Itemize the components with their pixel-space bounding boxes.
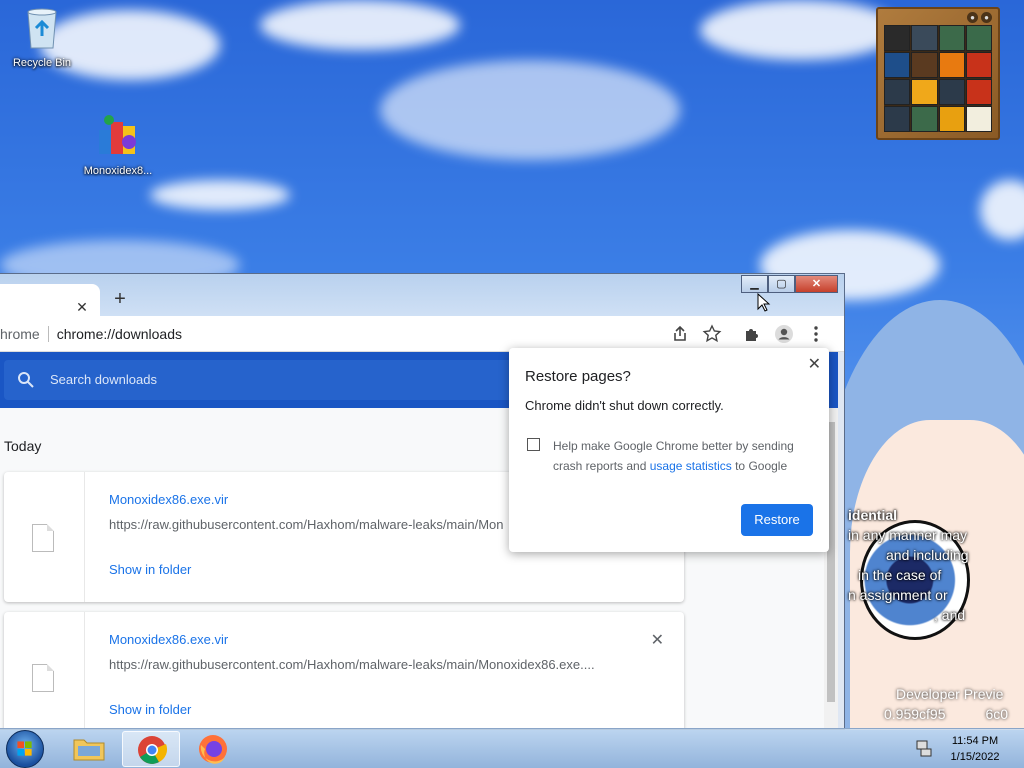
puzzle-tile[interactable] [884,52,911,78]
puzzle-tile[interactable] [911,52,938,78]
gadget-close-icon[interactable]: ● [981,12,992,23]
taskbar-firefox-button[interactable] [184,731,242,767]
file-icon [32,664,54,692]
address-bar[interactable]: hrome chrome://downloads [0,326,182,342]
puzzle-tile[interactable] [911,25,938,51]
puzzle-tile[interactable] [938,106,965,132]
download-source-url: https://raw.githubusercontent.com/Haxhom… [109,657,595,672]
tab-downloads[interactable]: ✕ [0,284,100,316]
monoxidex-app-icon [99,115,136,154]
share-icon[interactable] [670,324,690,344]
wallpaper-character [840,270,1024,730]
desktop-icon-label: Monoxidex8... [83,165,153,177]
desktop-icon-monoxidex[interactable]: Monoxidex8... [76,112,160,177]
puzzle-tile[interactable] [965,106,992,132]
crash-report-checkbox[interactable] [527,438,540,451]
chrome-toolbar: hrome chrome://downloads [0,316,844,352]
puzzle-gadget[interactable]: ● ● [876,7,1000,140]
dialog-close-icon[interactable]: ✕ [808,354,821,374]
menu-kebab-icon[interactable] [806,324,826,344]
clock-date: 1/15/2022 [950,751,1000,763]
puzzle-tile[interactable] [911,79,938,105]
download-filename-link[interactable]: Monoxidex86.exe.vir [109,632,228,647]
remove-download-icon[interactable]: ✕ [651,630,664,650]
close-button[interactable]: ✕ [795,275,838,293]
show-in-folder-link[interactable]: Show in folder [109,702,191,717]
puzzle-tile[interactable] [938,52,965,78]
cloud [150,180,290,210]
taskbar-explorer-button[interactable] [60,731,118,767]
profile-avatar-icon[interactable] [774,324,794,344]
taskbar: 11:54 PM 1/15/2022 [0,728,1024,768]
taskbar-chrome-button[interactable] [122,731,180,767]
new-tab-button[interactable]: + [108,288,132,312]
wallpaper-build-text: Developer Previe 0.959cf95 6c0 [884,686,1009,722]
cloud [700,0,900,60]
folder-icon [73,739,105,761]
puzzle-tile[interactable] [884,25,911,51]
chrome-icon [138,736,168,764]
address-scheme: hrome [0,326,40,342]
restore-pages-dialog: Restore pages? ✕ Chrome didn't shut down… [509,348,829,552]
puzzle-tile[interactable] [938,79,965,105]
extensions-icon[interactable] [742,324,762,344]
date-section-heading: Today [4,438,42,454]
system-clock[interactable]: 11:54 PM 1/15/2022 [942,733,1008,765]
address-url: chrome://downloads [56,326,182,342]
minimize-button[interactable]: ▁ [741,275,768,293]
desktop-icon-label: Recycle Bin [12,57,72,69]
mouse-cursor-icon [757,293,771,312]
dialog-title: Restore pages? [525,368,631,385]
recycle-bin-icon [27,8,57,49]
window-controls: ▁ ▢ ✕ [741,275,838,293]
puzzle-tile[interactable] [911,106,938,132]
download-item: Monoxidex86.exe.vir https://raw.githubus… [4,612,684,729]
bookmark-star-icon[interactable] [702,324,722,344]
usage-statistics-link[interactable]: usage statistics [650,459,732,473]
windows-logo-icon [17,741,32,756]
start-button[interactable] [6,730,44,768]
restore-button[interactable]: Restore [741,504,813,536]
puzzle-tile[interactable] [884,79,911,105]
search-placeholder: Search downloads [50,372,157,387]
dialog-message: Chrome didn't shut down correctly. [525,398,724,413]
clock-time: 11:54 PM [951,735,999,747]
wallpaper-watermark: idential in any manner may and including… [848,507,969,623]
cloud [380,60,680,160]
show-in-folder-link[interactable]: Show in folder [109,562,191,577]
search-icon [18,372,34,388]
puzzle-tile[interactable] [965,52,992,78]
desktop-icon-recycle-bin[interactable]: Recycle Bin [0,6,84,69]
puzzle-tile[interactable] [965,79,992,105]
puzzle-tile[interactable] [938,25,965,51]
puzzle-grid [884,25,992,132]
puzzle-tile[interactable] [965,25,992,51]
chrome-titlebar[interactable]: ✕ + ▁ ▢ ✕ [0,274,844,316]
maximize-button[interactable]: ▢ [768,275,795,293]
gadget-options-icon[interactable]: ● [967,12,978,23]
network-icon[interactable] [916,739,932,757]
cloud [980,180,1024,240]
download-filename-link[interactable]: Monoxidex86.exe.vir [109,492,228,507]
firefox-icon [199,735,227,764]
cloud [260,0,460,50]
crash-report-label: Help make Google Chrome better by sendin… [553,439,794,473]
tab-close-icon[interactable]: ✕ [74,299,90,315]
file-icon [32,524,54,552]
puzzle-tile[interactable] [884,106,911,132]
